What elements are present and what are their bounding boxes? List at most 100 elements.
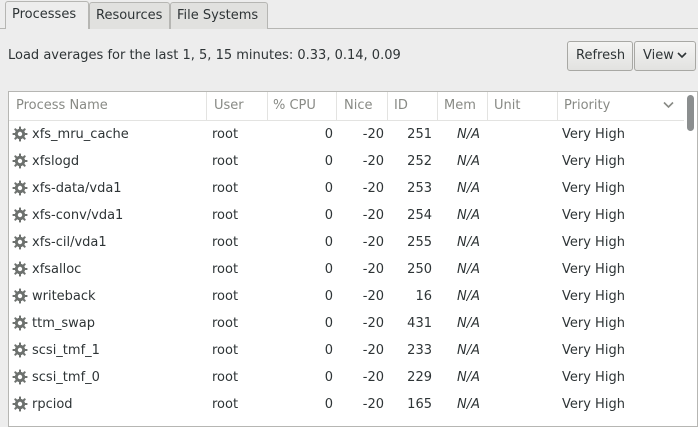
process-row[interactable]: writeback root 0 -20 16 N/A Very High [9,284,697,311]
process-mem: N/A [457,316,480,331]
process-row[interactable]: xfs-cil/vda1 root 0 -20 255 N/A Very Hig… [9,230,697,257]
column-user[interactable]: User [214,98,244,113]
process-nice: -20 [362,316,384,331]
column-mem[interactable]: Mem [444,98,476,113]
column-process-name[interactable]: Process Name [16,98,108,113]
process-mem: N/A [457,289,480,304]
process-name: xfs-conv/vda1 [32,208,124,223]
process-mem: N/A [457,235,480,250]
process-id: 16 [415,289,432,304]
process-priority: Very High [562,208,625,223]
gear-icon [12,315,28,335]
sort-chevron-down-icon[interactable] [663,98,674,113]
process-user: root [212,397,239,412]
process-cpu: 0 [324,397,333,412]
process-cpu: 0 [324,208,333,223]
process-nice: -20 [362,370,384,385]
gear-icon [12,207,28,227]
process-row[interactable]: rpciod root 0 -20 165 N/A Very High [9,392,697,419]
process-row[interactable]: xfslogd root 0 -20 252 N/A Very High [9,149,697,176]
tab-processes[interactable]: Processes [5,1,89,29]
notebook-tabs: Processes Resources File Systems [0,0,698,30]
process-nice: -20 [362,235,384,250]
process-user: root [212,289,239,304]
process-user: root [212,208,239,223]
process-row[interactable]: scsi_tmf_0 root 0 -20 229 N/A Very High [9,365,697,392]
process-mem: N/A [457,127,480,142]
process-cpu: 0 [324,343,333,358]
process-name: ttm_swap [32,316,95,331]
process-nice: -20 [362,154,384,169]
process-name: xfs_mru_cache [32,127,129,142]
process-user: root [212,262,239,277]
column-separator [437,92,438,120]
scrollbar-thumb[interactable] [687,95,694,131]
process-list[interactable]: Process Name User % CPU Nice ID Mem Unit… [8,91,698,427]
process-cpu: 0 [324,181,333,196]
process-row[interactable]: ttm_swap root 0 -20 431 N/A Very High [9,311,697,338]
column-separator [267,92,268,120]
process-user: root [212,316,239,331]
gear-icon [12,369,28,389]
process-mem: N/A [457,262,480,277]
refresh-button[interactable]: Refresh [567,41,633,71]
process-row[interactable]: xfsalloc root 0 -20 250 N/A Very High [9,257,697,284]
process-nice: -20 [362,343,384,358]
process-cpu: 0 [324,127,333,142]
process-user: root [212,127,239,142]
process-id: 254 [407,208,432,223]
process-priority: Very High [562,316,625,331]
process-nice: -20 [362,127,384,142]
process-priority: Very High [562,262,625,277]
process-priority: Very High [562,343,625,358]
tab-resources[interactable]: Resources [89,2,170,29]
process-priority: Very High [562,235,625,250]
view-button-label: View [643,48,674,63]
process-cpu: 0 [324,154,333,169]
process-user: root [212,343,239,358]
column-separator [206,92,207,120]
chevron-down-icon [677,48,687,63]
process-priority: Very High [562,397,625,412]
gear-icon [12,126,28,146]
process-nice: -20 [362,208,384,223]
process-name: xfsalloc [32,262,82,277]
scrollbar-track[interactable] [684,92,697,426]
process-name: xfslogd [32,154,80,169]
process-row[interactable]: scsi_tmf_1 root 0 -20 233 N/A Very High [9,338,697,365]
column-priority[interactable]: Priority [564,98,610,113]
process-mem: N/A [457,370,480,385]
process-row[interactable]: xfs-conv/vda1 root 0 -20 254 N/A Very Hi… [9,203,697,230]
process-priority: Very High [562,370,625,385]
process-row[interactable]: xfs-data/vda1 root 0 -20 253 N/A Very Hi… [9,176,697,203]
process-priority: Very High [562,181,625,196]
process-row[interactable]: xfs_mru_cache root 0 -20 251 N/A Very Hi… [9,122,697,149]
process-id: 165 [407,397,432,412]
process-user: root [212,235,239,250]
gear-icon [12,288,28,308]
refresh-button-label: Refresh [576,48,626,63]
process-mem: N/A [457,154,480,169]
tab-file-systems[interactable]: File Systems [170,2,268,29]
process-id: 255 [407,235,432,250]
process-id: 431 [407,316,432,331]
column-nice[interactable]: Nice [344,98,372,113]
process-name: scsi_tmf_0 [32,370,100,385]
process-mem: N/A [457,343,480,358]
column-id[interactable]: ID [394,98,408,113]
process-name: writeback [32,289,96,304]
process-priority: Very High [562,289,625,304]
process-mem: N/A [457,397,480,412]
column-unit[interactable]: Unit [494,98,520,113]
column-cpu[interactable]: % CPU [273,98,316,113]
view-menu-button[interactable]: View [634,41,696,71]
process-user: root [212,181,239,196]
process-nice: -20 [362,181,384,196]
process-name: rpciod [32,397,73,412]
process-id: 253 [407,181,432,196]
process-cpu: 0 [324,370,333,385]
process-cpu: 0 [324,262,333,277]
gear-icon [12,342,28,362]
process-mem: N/A [457,181,480,196]
column-separator [557,92,558,120]
